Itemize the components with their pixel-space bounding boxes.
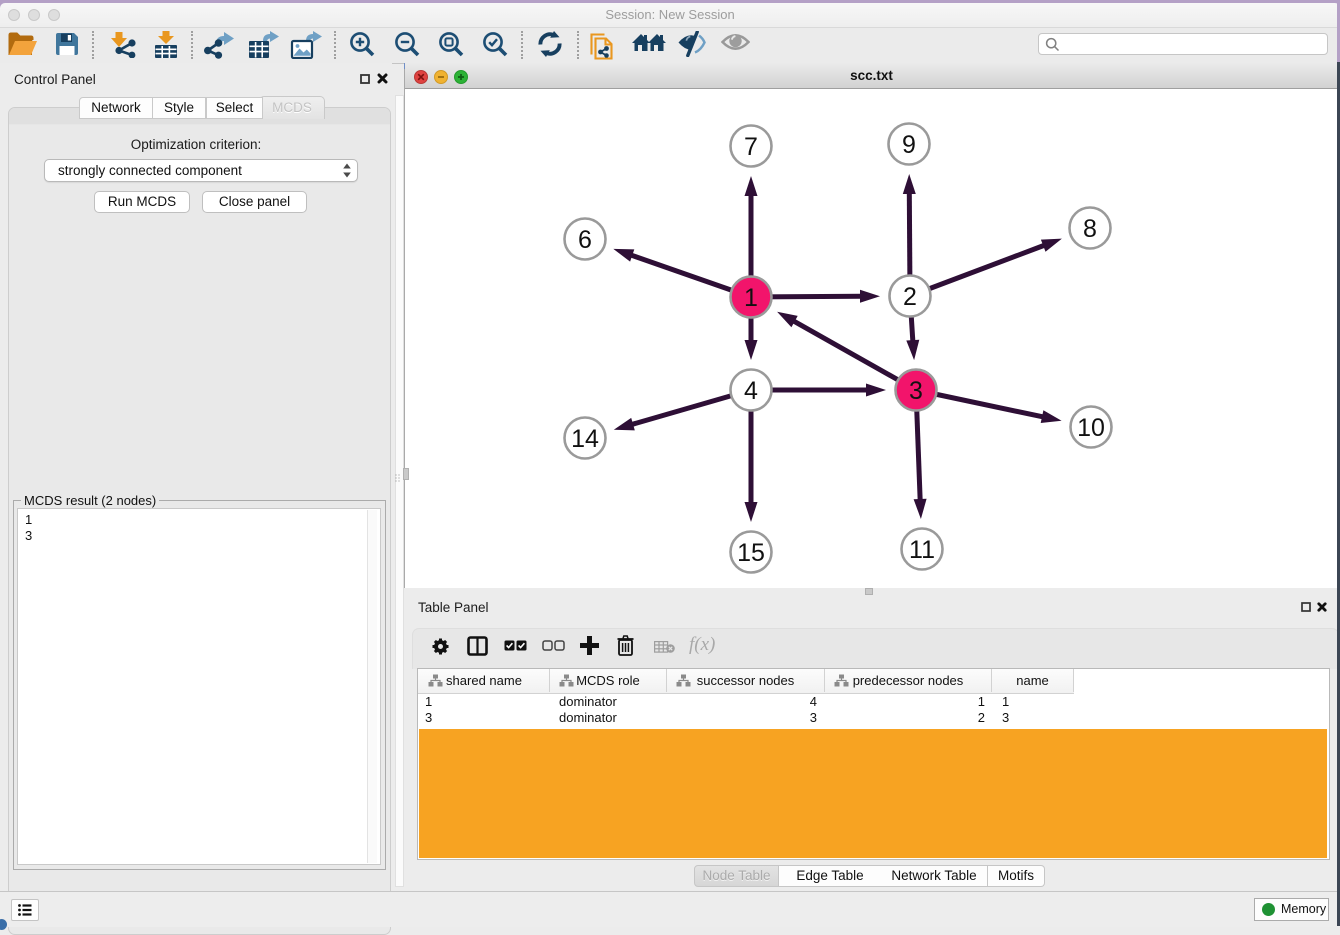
svg-text:4: 4: [744, 377, 758, 405]
svg-text:6: 6: [578, 226, 592, 254]
svg-text:11: 11: [909, 536, 935, 564]
svg-text:1: 1: [744, 284, 758, 312]
svg-text:8: 8: [1083, 215, 1097, 243]
svg-text:14: 14: [571, 425, 599, 453]
svg-text:2: 2: [903, 283, 917, 311]
svg-text:9: 9: [902, 131, 916, 159]
svg-text:15: 15: [737, 539, 765, 567]
svg-text:10: 10: [1077, 414, 1105, 442]
svg-text:3: 3: [909, 377, 923, 405]
svg-text:7: 7: [744, 133, 758, 161]
